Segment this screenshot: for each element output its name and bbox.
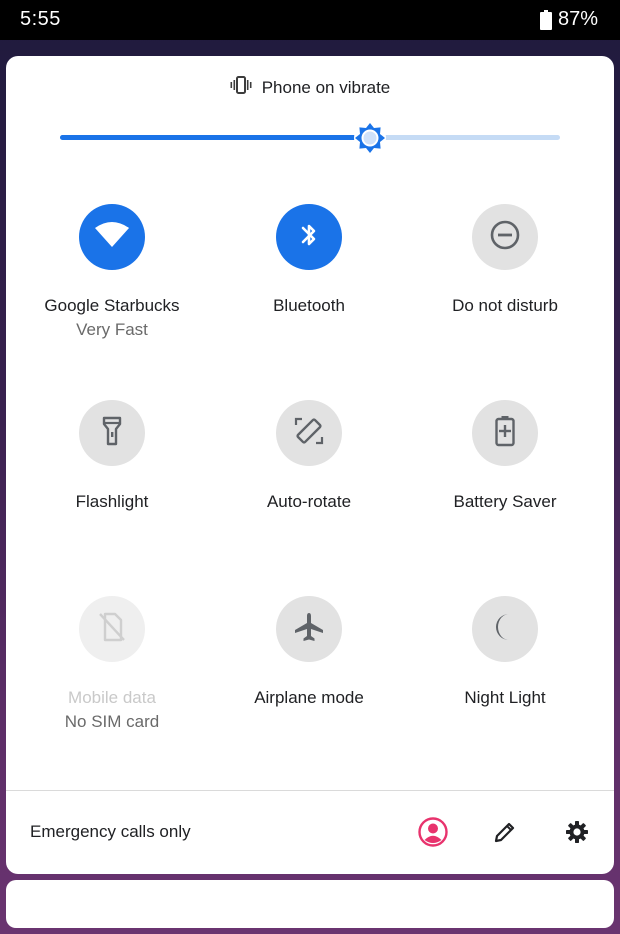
wifi-icon bbox=[94, 221, 130, 253]
battery-saver-icon bbox=[494, 415, 516, 452]
brightness-slider[interactable] bbox=[60, 122, 560, 154]
tile-auto-rotate[interactable]: Auto-rotate bbox=[211, 400, 407, 514]
settings-gear-icon[interactable] bbox=[560, 815, 594, 849]
tile-wifi-sub: Very Fast bbox=[76, 320, 148, 339]
tile-wifi-button[interactable] bbox=[79, 204, 145, 270]
status-right: 87% bbox=[539, 8, 598, 31]
do-not-disturb-icon bbox=[489, 219, 521, 256]
tile-auto-rotate-label: Auto-rotate bbox=[266, 492, 352, 511]
status-time: 5:55 bbox=[20, 8, 61, 30]
vibrate-icon bbox=[230, 76, 252, 99]
tile-auto-rotate-button[interactable] bbox=[276, 400, 342, 466]
status-bar: 5:55 87% bbox=[0, 0, 620, 40]
auto-rotate-icon bbox=[293, 415, 325, 452]
battery-icon bbox=[539, 9, 552, 30]
quick-settings-footer: Emergency calls only bbox=[6, 791, 614, 874]
tile-dnd-label: Do not disturb bbox=[452, 296, 558, 315]
quick-settings-panel: Phone on vibrate Google Starbucks Very F… bbox=[6, 56, 614, 874]
tile-airplane-mode[interactable]: Airplane mode bbox=[211, 596, 407, 710]
tile-night-light-label: Night Light bbox=[464, 688, 546, 707]
tile-battery-saver[interactable]: Battery Saver bbox=[407, 400, 603, 514]
tile-do-not-disturb[interactable]: Do not disturb bbox=[407, 204, 603, 318]
tile-airplane-button[interactable] bbox=[276, 596, 342, 662]
battery-percent: 87% bbox=[557, 8, 598, 30]
mobile-data-off-icon bbox=[97, 611, 127, 648]
tile-dnd-button[interactable] bbox=[472, 204, 538, 270]
tile-flashlight-button[interactable] bbox=[79, 400, 145, 466]
tile-bluetooth-button[interactable] bbox=[276, 204, 342, 270]
night-light-icon bbox=[490, 611, 520, 648]
flashlight-icon bbox=[101, 416, 123, 451]
tile-mobile-data[interactable]: Mobile data No SIM card bbox=[14, 596, 210, 734]
bluetooth-icon bbox=[299, 220, 319, 255]
ringer-mode-indicator[interactable]: Phone on vibrate bbox=[6, 76, 614, 99]
brightness-icon[interactable] bbox=[353, 121, 387, 155]
tile-wifi-label: Google Starbucks bbox=[44, 296, 180, 315]
tile-airplane-label: Airplane mode bbox=[254, 688, 364, 707]
tile-flashlight-label: Flashlight bbox=[75, 492, 149, 511]
tile-battery-saver-button[interactable] bbox=[472, 400, 538, 466]
tile-wifi[interactable]: Google Starbucks Very Fast bbox=[14, 204, 210, 342]
notification-card[interactable] bbox=[6, 880, 614, 928]
tile-bluetooth[interactable]: Bluetooth bbox=[211, 204, 407, 318]
ringer-label: Phone on vibrate bbox=[261, 77, 391, 97]
edit-pencil-icon[interactable] bbox=[488, 815, 522, 849]
tile-mobile-data-button[interactable] bbox=[79, 596, 145, 662]
tile-flashlight[interactable]: Flashlight bbox=[14, 400, 210, 514]
airplane-icon bbox=[293, 611, 325, 648]
brightness-fill bbox=[60, 135, 370, 140]
tile-battery-saver-label: Battery Saver bbox=[453, 492, 557, 511]
tile-mobile-data-sub: No SIM card bbox=[64, 712, 160, 731]
user-account-icon[interactable] bbox=[416, 815, 450, 849]
tile-night-light-button[interactable] bbox=[472, 596, 538, 662]
tile-mobile-data-label: Mobile data bbox=[68, 688, 156, 707]
tile-night-light[interactable]: Night Light bbox=[407, 596, 603, 710]
tile-bluetooth-label: Bluetooth bbox=[273, 296, 345, 315]
carrier-status-text: Emergency calls only bbox=[30, 822, 191, 841]
